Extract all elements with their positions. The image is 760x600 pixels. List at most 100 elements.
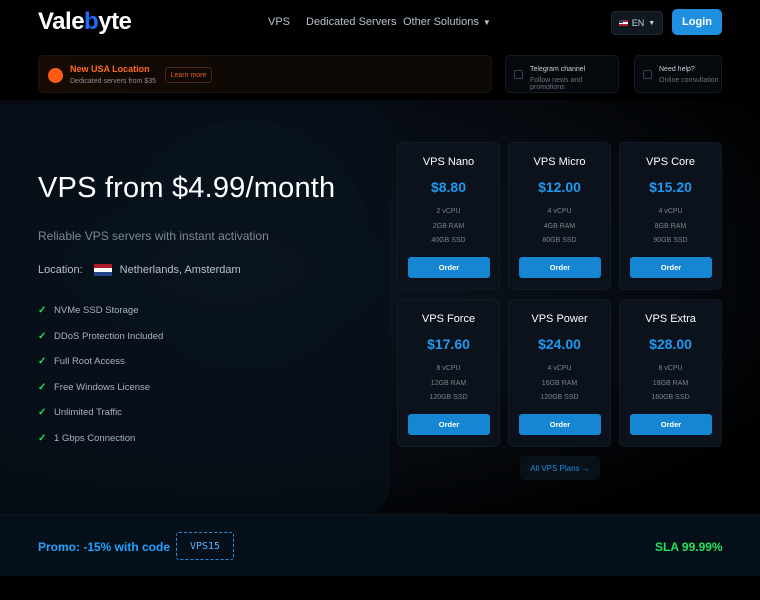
feature-item: ✓ Unlimited Traffic: [38, 407, 163, 433]
telegram-title: Telegram channel: [530, 66, 586, 73]
plan-price: $15.20: [649, 179, 692, 195]
plan-price: $17.60: [427, 336, 470, 352]
learn-more-button[interactable]: Learn more: [165, 67, 212, 83]
telegram-subtitle: Follow news and promotions: [530, 77, 583, 91]
plan-name: VPS Core: [646, 156, 695, 168]
plan-name: VPS Power: [531, 313, 588, 325]
promo-text: Promo: -15% with code: [38, 540, 171, 554]
check-icon: ✓: [38, 305, 47, 316]
check-icon: ✓: [38, 381, 47, 393]
help-title: Need help?: [659, 66, 695, 73]
nav-dedicated-servers[interactable]: Dedicated Servers: [306, 16, 397, 28]
check-icon: ✓: [38, 330, 47, 342]
caret-down-icon: ▼: [482, 18, 491, 27]
check-icon: ✓: [38, 432, 47, 444]
plan-card-micro: VPS Micro $12.00 4 vCPU 4GB RAM 80GB SSD…: [508, 142, 611, 290]
plan-price: $12.00: [538, 179, 581, 195]
help-subtitle: Online consultation: [659, 77, 719, 84]
announcement-title: New USA Location: [70, 64, 150, 74]
plan-cpu: 2 vCPU: [436, 208, 461, 215]
plan-name: VPS Micro: [533, 156, 586, 168]
plan-cpu: 8 vCPU: [436, 365, 461, 372]
plan-ssd: 90GB SSD: [653, 237, 688, 244]
plan-price: $24.00: [538, 336, 581, 352]
promo-bar: Promo: -15% with code VPS15 SLA 99.99%: [0, 514, 760, 576]
feature-label: NVMe SSD Storage: [54, 305, 139, 316]
announcement-banner: New USA Location Dedicated servers from …: [38, 55, 492, 93]
plan-cpu: 4 vCPU: [547, 208, 572, 215]
order-button[interactable]: Order: [408, 257, 490, 278]
plan-cpu: 8 vCPU: [658, 365, 683, 372]
location-label: Location:: [38, 264, 83, 276]
plan-cpu: 4 vCPU: [658, 208, 683, 215]
plan-price: $8.80: [430, 179, 467, 195]
plan-ssd: 80GB SSD: [542, 237, 577, 244]
plan-name: VPS Extra: [645, 313, 696, 325]
plan-ram: 12GB RAM: [430, 380, 467, 387]
order-button[interactable]: Order: [630, 257, 712, 278]
plan-name: VPS Nano: [422, 156, 475, 168]
feature-item: ✓ DDoS Protection Included: [38, 331, 163, 357]
plan-ssd: 120GB SSD: [429, 394, 468, 401]
plan-ssd: 160GB SSD: [651, 394, 690, 401]
check-icon: ✓: [38, 356, 47, 367]
plan-name: VPS Force: [421, 313, 476, 325]
feature-item: ✓ Free Windows License: [38, 382, 163, 408]
hero-subtitle: Reliable VPS servers with instant activa…: [38, 229, 269, 243]
feature-label: Full Root Access: [54, 356, 125, 367]
hero-title: VPS from $4.99/month: [38, 172, 336, 204]
plan-card-core: VPS Core $15.20 4 vCPU 8GB RAM 90GB SSD …: [619, 142, 722, 290]
location: Location: Netherlands, Amsterdam: [38, 264, 241, 276]
help-icon: [643, 70, 652, 79]
telegram-card[interactable]: Telegram channel Follow news and promoti…: [505, 55, 619, 93]
feature-label: Unlimited Traffic: [54, 407, 122, 418]
plan-card-nano: VPS Nano $8.80 2 vCPU 2GB RAM 40GB SSD O…: [397, 142, 500, 290]
login-button[interactable]: Login: [672, 9, 722, 35]
feature-item: ✓ 1 Gbps Connection: [38, 433, 163, 459]
feature-item: ✓ Full Root Access: [38, 356, 163, 382]
promo-code[interactable]: VPS15: [176, 532, 234, 560]
feature-label: DDoS Protection Included: [54, 330, 164, 342]
plan-ram: 8GB RAM: [654, 223, 687, 230]
language-label: EN: [631, 18, 645, 28]
telegram-icon: [514, 70, 523, 79]
logo-text-part3: yte: [98, 8, 132, 35]
feature-item: ✓ NVMe SSD Storage: [38, 305, 163, 331]
order-button[interactable]: Order: [630, 414, 712, 435]
plan-ssd: 40GB SSD: [431, 237, 466, 244]
netherlands-flag-icon: [93, 264, 112, 276]
nav-vps[interactable]: VPS: [268, 16, 290, 28]
help-card[interactable]: Need help? Online consultation: [634, 55, 722, 93]
plan-ram: 2GB RAM: [432, 223, 465, 230]
sla-badge: SLA 99.99%: [655, 540, 723, 554]
order-button[interactable]: Order: [519, 257, 601, 278]
language-selector[interactable]: EN ▼: [611, 11, 663, 35]
nav-other-solutions[interactable]: Other Solutions ▼: [403, 16, 491, 28]
logo-text-part2: b: [84, 8, 99, 35]
feature-label: 1 Gbps Connection: [54, 432, 136, 444]
order-button[interactable]: Order: [408, 414, 490, 435]
logo-text-part1: Vale: [38, 8, 85, 35]
plan-cpu: 4 vCPU: [547, 365, 572, 372]
nav-other-solutions-label: Other Solutions: [403, 16, 479, 28]
announcement-dot-icon: [48, 68, 63, 83]
plan-ssd: 120GB SSD: [540, 394, 579, 401]
valebyte-logo[interactable]: Valebyte: [38, 8, 132, 36]
plan-ram: 16GB RAM: [541, 380, 578, 387]
plan-ram: 4GB RAM: [543, 223, 576, 230]
site-header: Valebyte VPS Dedicated Servers Other Sol…: [0, 0, 760, 44]
plan-ram: 18GB RAM: [652, 380, 689, 387]
all-vps-plans-link[interactable]: All VPS Plans →: [520, 456, 600, 480]
announcement-subtitle: Dedicated servers from $35: [70, 78, 156, 85]
plan-price: $28.00: [649, 336, 692, 352]
caret-down-icon: ▼: [648, 19, 656, 27]
plan-card-power: VPS Power $24.00 4 vCPU 16GB RAM 120GB S…: [508, 299, 611, 447]
feature-list: ✓ NVMe SSD Storage ✓ DDoS Protection Inclu…: [38, 305, 163, 458]
order-button[interactable]: Order: [519, 414, 601, 435]
plan-card-extra: VPS Extra $28.00 8 vCPU 18GB RAM 160GB S…: [619, 299, 722, 447]
us-flag-icon: [618, 20, 628, 26]
check-icon: ✓: [38, 407, 47, 418]
location-value: Netherlands, Amsterdam: [119, 264, 241, 276]
plan-card-force: VPS Force $17.60 8 vCPU 12GB RAM 120GB S…: [397, 299, 500, 447]
feature-label: Free Windows License: [54, 381, 151, 393]
